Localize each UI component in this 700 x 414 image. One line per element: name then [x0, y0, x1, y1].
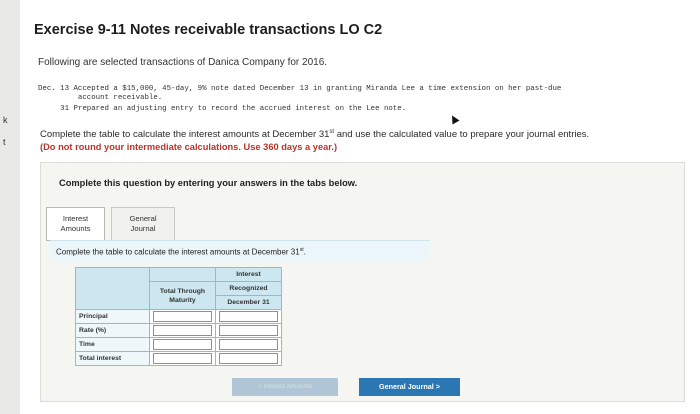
total-interest-total-input[interactable] [149, 351, 216, 366]
rate-total-input[interactable] [149, 323, 216, 338]
instruction-text: Complete the table to calculate the inte… [40, 129, 589, 140]
transaction-line: 31 Prepared an adjusting entry to record… [38, 105, 407, 113]
exercise-page: Exercise 9-11 Notes receivable transacti… [20, 0, 700, 414]
table-header-total-through-maturity: Total Through Maturity [149, 281, 216, 310]
rate-recognized-input[interactable] [215, 323, 282, 338]
page-title: Exercise 9-11 Notes receivable transacti… [34, 22, 383, 38]
edge-mark-k: k [3, 115, 8, 125]
instruction-warning: (Do not round your intermediate calculat… [40, 142, 338, 152]
total-interest-recognized-input[interactable] [215, 351, 282, 366]
tab-label-line: General [129, 214, 157, 223]
table-header-blank [75, 267, 150, 310]
row-label-total-interest: Total interest [75, 351, 150, 366]
sub-instruction-before: Complete the table to calculate the inte… [56, 247, 300, 257]
table-header-spacer [149, 267, 216, 282]
tab-interest-amounts[interactable]: Interest Amounts [46, 207, 105, 241]
transaction-line: account receivable. [38, 94, 163, 102]
row-label-principal: Principal [75, 309, 150, 324]
interest-table: Interest Total Through Maturity Recogniz… [75, 267, 282, 366]
table-header-interest: Interest [215, 267, 282, 282]
time-recognized-input[interactable] [215, 337, 282, 352]
tab-general-journal[interactable]: General Journal [111, 207, 175, 241]
principal-total-input[interactable] [149, 309, 216, 324]
sub-instruction: Complete the table to calculate the inte… [56, 247, 306, 257]
edge-mark-t: t [3, 137, 6, 147]
next-tab-button[interactable]: General Journal > [359, 378, 460, 396]
table-header-december-31: December 31 [215, 295, 282, 310]
tab-instruction-bar: Complete the table to calculate the inte… [50, 240, 430, 262]
question-panel: Complete this question by entering your … [40, 162, 685, 402]
row-label-time: Time [75, 337, 150, 352]
tab-label-line: Interest [62, 214, 89, 223]
intro-text: Following are selected transactions of D… [38, 57, 328, 68]
sub-instruction-after: . [303, 247, 306, 257]
prev-tab-button[interactable]: < Interest Amounts [232, 378, 338, 396]
tab-label-line: Amounts [60, 224, 91, 233]
instruction-after: and use the calculated value to prepare … [334, 129, 590, 141]
panel-heading: Complete this question by entering your … [59, 178, 358, 188]
time-total-input[interactable] [149, 337, 216, 352]
row-label-rate: Rate (%) [75, 323, 150, 338]
tab-label-line: Journal [130, 224, 156, 233]
table-header-recognized: Recognized [215, 281, 282, 296]
mouse-cursor-icon [448, 113, 460, 125]
instruction-before: Complete the table to calculate the inte… [40, 129, 330, 141]
principal-recognized-input[interactable] [215, 309, 282, 324]
